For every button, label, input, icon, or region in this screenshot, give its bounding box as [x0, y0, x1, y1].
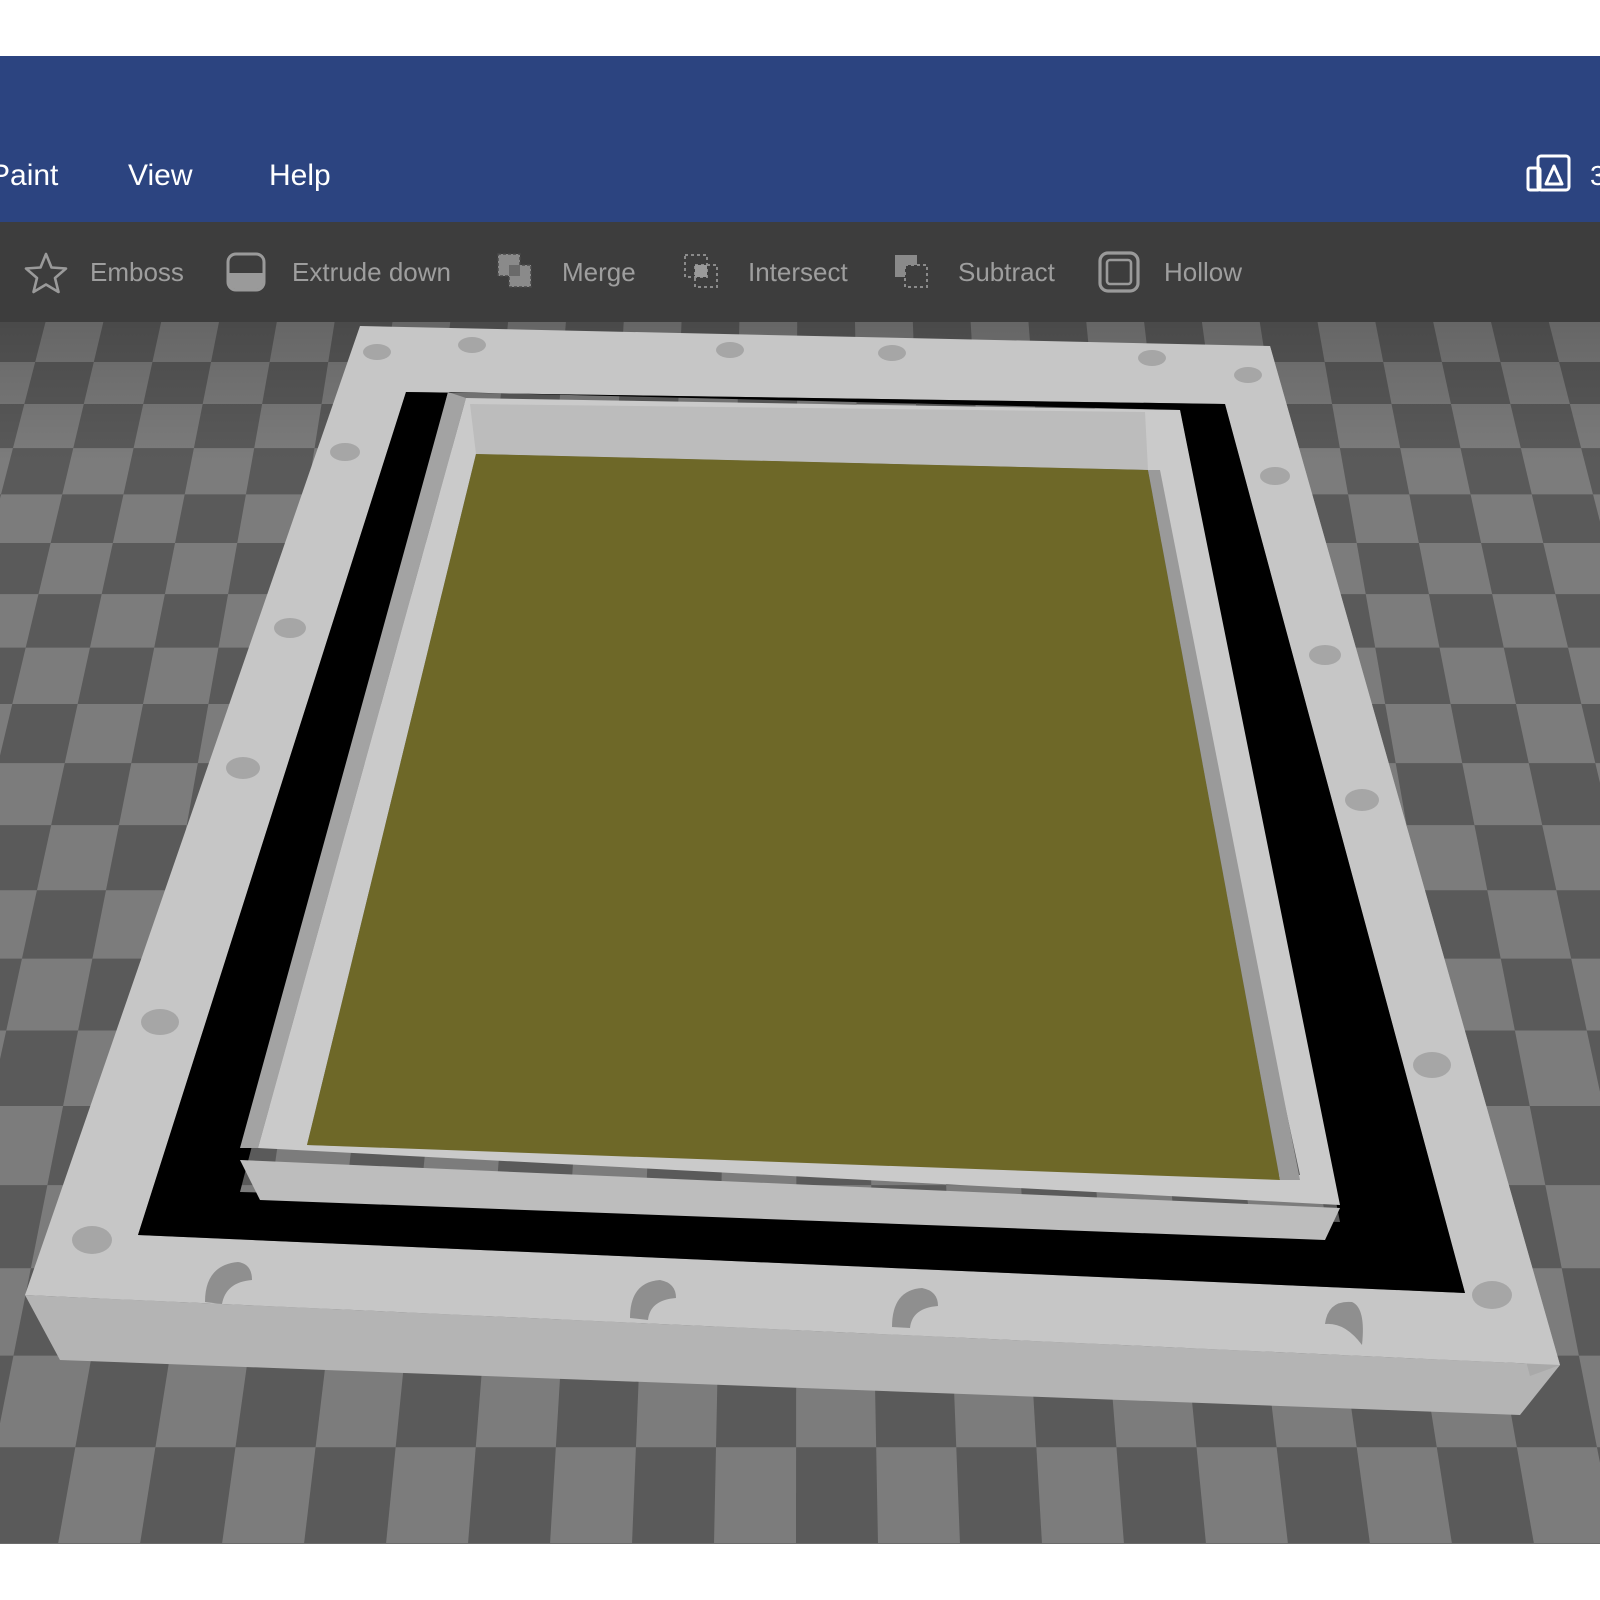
3d-scene — [0, 322, 1600, 1544]
checker-tile — [1436, 1447, 1534, 1544]
checker-tile — [75, 1355, 171, 1448]
checker-tile — [1450, 703, 1529, 764]
checker-tile — [1375, 647, 1451, 704]
checker-tile — [131, 703, 209, 764]
menu-item-view[interactable]: View — [128, 154, 192, 198]
checker-tile — [1356, 543, 1429, 595]
hollow-label: Hollow — [1164, 257, 1243, 287]
checker-tile — [1481, 543, 1556, 595]
merge-button[interactable]: Merge — [496, 246, 656, 298]
checker-tile — [77, 647, 155, 704]
checker-tile — [1276, 1447, 1370, 1544]
intersect-label: Intersect — [748, 257, 848, 287]
checker-tile — [1531, 494, 1600, 544]
checker-tile — [51, 763, 132, 826]
merge-icon — [497, 253, 532, 288]
paint-3d-window: Paint View Help 3 Emboss Extrude down Me… — [0, 0, 1600, 1600]
emboss-label: Emboss — [90, 257, 184, 287]
3d-canvas[interactable] — [0, 322, 1600, 1544]
checker-tile — [304, 1447, 396, 1544]
hollow-button[interactable]: Hollow — [1098, 246, 1258, 298]
checker-tile — [1428, 594, 1504, 648]
checker-tile — [796, 1447, 878, 1544]
subtract-icon — [895, 255, 928, 288]
checker-tile — [101, 543, 176, 595]
checker-tile — [468, 1447, 556, 1544]
checker-tile — [50, 494, 124, 544]
star-icon — [24, 252, 68, 294]
extrude-down-icon — [226, 252, 266, 292]
menu-item-help[interactable]: Help — [269, 154, 331, 198]
menu-item-paint[interactable]: Paint — [0, 154, 58, 198]
intersect-icon — [684, 254, 718, 288]
checker-tile — [175, 494, 246, 544]
checker-tile — [154, 594, 229, 648]
checker-tile — [632, 1447, 717, 1544]
emboss-button[interactable]: Emboss — [24, 246, 184, 298]
checker-tile — [140, 1447, 236, 1544]
checker-tile — [956, 1447, 1042, 1544]
extrude-down-label: Extrude down — [292, 257, 451, 287]
menu-bar — [0, 56, 1600, 222]
merge-label: Merge — [562, 257, 636, 287]
mixed-reality-icon — [1526, 154, 1571, 192]
checker-tile — [1395, 763, 1475, 826]
checker-tile — [1503, 647, 1582, 704]
checker-tile — [1474, 825, 1557, 891]
checker-tile — [25, 594, 102, 648]
intersect-button[interactable]: Intersect — [682, 246, 862, 298]
extrude-down-button[interactable]: Extrude down — [226, 246, 456, 298]
mixed-reality-button[interactable] — [1526, 154, 1572, 194]
clipped-menu-glyph: 3 — [1590, 160, 1600, 191]
hollow-icon — [1098, 251, 1140, 293]
checker-tile — [1116, 1447, 1206, 1544]
checker-tile — [0, 703, 78, 764]
checker-tile — [1409, 494, 1482, 544]
subtract-label: Subtract — [958, 257, 1055, 287]
subtract-button[interactable]: Subtract — [892, 246, 1062, 298]
olive-panel[interactable] — [307, 454, 1280, 1180]
